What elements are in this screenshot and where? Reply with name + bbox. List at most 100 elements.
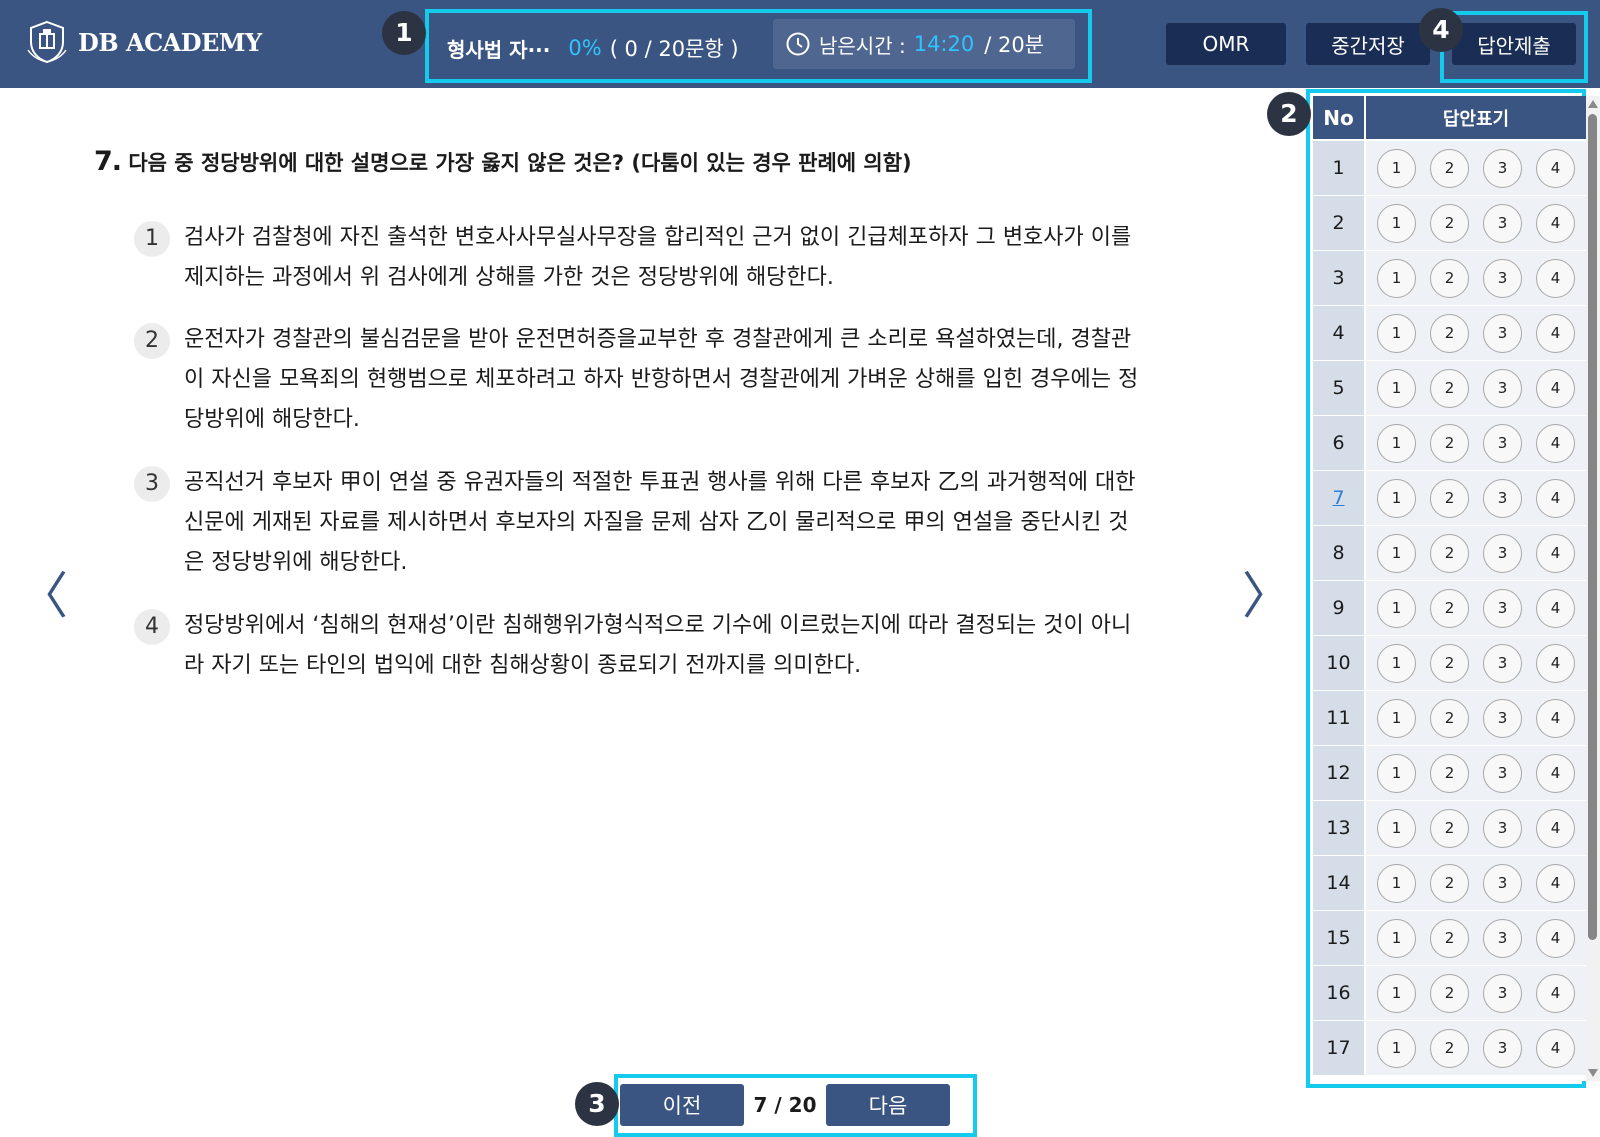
answer-option-bubble[interactable]: 2: [1430, 423, 1469, 463]
answer-option-bubble[interactable]: 3: [1483, 973, 1522, 1013]
answer-option-bubble[interactable]: 2: [1430, 313, 1469, 353]
answer-option-bubble[interactable]: 1: [1377, 808, 1416, 848]
answer-option-bubble[interactable]: 3: [1483, 368, 1522, 408]
save-draft-button[interactable]: 중간저장: [1306, 23, 1430, 65]
answer-row-number[interactable]: 15: [1313, 911, 1364, 965]
answer-option-bubble[interactable]: 3: [1483, 478, 1522, 518]
answer-option-bubble[interactable]: 4: [1536, 753, 1575, 793]
answer-row-number[interactable]: 17: [1313, 1021, 1364, 1075]
answer-option-bubble[interactable]: 3: [1483, 918, 1522, 958]
answer-option-bubble[interactable]: 2: [1430, 918, 1469, 958]
answer-row-number[interactable]: 16: [1313, 966, 1364, 1020]
answer-option-bubble[interactable]: 2: [1430, 698, 1469, 738]
answer-option-bubble[interactable]: 2: [1430, 863, 1469, 903]
answer-option-bubble[interactable]: 1: [1377, 533, 1416, 573]
answer-option-bubble[interactable]: 2: [1430, 148, 1469, 188]
scroll-up-arrow-icon[interactable]: [1588, 100, 1598, 108]
answer-option-bubble[interactable]: 4: [1536, 203, 1575, 243]
answer-option-bubble[interactable]: 3: [1483, 753, 1522, 793]
answer-option-bubble[interactable]: 1: [1377, 203, 1416, 243]
answer-option-bubble[interactable]: 4: [1536, 643, 1575, 683]
answer-option-bubble[interactable]: 2: [1430, 478, 1469, 518]
answer-option-bubble[interactable]: 4: [1536, 148, 1575, 188]
answer-option-bubble[interactable]: 2: [1430, 533, 1469, 573]
answer-option-bubble[interactable]: 1: [1377, 918, 1416, 958]
answer-option-bubble[interactable]: 4: [1536, 698, 1575, 738]
scroll-thumb[interactable]: [1588, 114, 1597, 940]
answer-option-bubble[interactable]: 1: [1377, 643, 1416, 683]
answer-option-bubble[interactable]: 3: [1483, 258, 1522, 298]
answer-option-bubble[interactable]: 4: [1536, 808, 1575, 848]
answer-option-bubble[interactable]: 1: [1377, 423, 1416, 463]
answer-option-bubble[interactable]: 1: [1377, 973, 1416, 1013]
answer-row: 51234: [1313, 361, 1586, 416]
answer-row-number[interactable]: 12: [1313, 746, 1364, 800]
answer-option-bubble[interactable]: 2: [1430, 643, 1469, 683]
answer-option-bubble[interactable]: 2: [1430, 203, 1469, 243]
answer-row-number[interactable]: 4: [1313, 306, 1364, 360]
answer-option-bubble[interactable]: 1: [1377, 698, 1416, 738]
answer-option-bubble[interactable]: 3: [1483, 533, 1522, 573]
answer-option-bubble[interactable]: 3: [1483, 313, 1522, 353]
answer-option-bubble[interactable]: 3: [1483, 203, 1522, 243]
answer-row-number[interactable]: 10: [1313, 636, 1364, 690]
answer-option-bubble[interactable]: 3: [1483, 588, 1522, 628]
answer-row-number[interactable]: 5: [1313, 361, 1364, 415]
answer-option-bubble[interactable]: 1: [1377, 258, 1416, 298]
answer-option-bubble[interactable]: 2: [1430, 258, 1469, 298]
answer-option-bubble[interactable]: 2: [1430, 368, 1469, 408]
answer-option-bubble[interactable]: 4: [1536, 918, 1575, 958]
answer-option-bubble[interactable]: 1: [1377, 1028, 1416, 1068]
answer-option-bubble[interactable]: 1: [1377, 588, 1416, 628]
answer-option-bubble[interactable]: 2: [1430, 973, 1469, 1013]
choice-1[interactable]: 1 검사가 검찰청에 자진 출석한 변호사사무실사무장을 합리적인 근거 없이 …: [134, 218, 1144, 298]
answer-option-bubble[interactable]: 1: [1377, 863, 1416, 903]
answer-option-bubble[interactable]: 1: [1377, 478, 1416, 518]
answer-option-bubble[interactable]: 4: [1536, 258, 1575, 298]
answer-option-bubble[interactable]: 2: [1430, 753, 1469, 793]
answer-option-bubble[interactable]: 3: [1483, 698, 1522, 738]
answer-option-bubble[interactable]: 3: [1483, 423, 1522, 463]
answer-row-number[interactable]: 6: [1313, 416, 1364, 470]
answer-option-bubble[interactable]: 4: [1536, 313, 1575, 353]
answer-option-bubble[interactable]: 4: [1536, 368, 1575, 408]
answer-option-bubble[interactable]: 3: [1483, 863, 1522, 903]
answer-option-bubble[interactable]: 1: [1377, 148, 1416, 188]
answer-row-number[interactable]: 14: [1313, 856, 1364, 910]
next-question-arrow-icon[interactable]: 〉: [1242, 556, 1292, 628]
answer-option-bubble[interactable]: 1: [1377, 753, 1416, 793]
answer-option-bubble[interactable]: 4: [1536, 588, 1575, 628]
answer-row-number[interactable]: 7: [1313, 471, 1364, 525]
answer-option-bubble[interactable]: 3: [1483, 808, 1522, 848]
answer-option-bubble[interactable]: 2: [1430, 588, 1469, 628]
answer-option-bubble[interactable]: 4: [1536, 973, 1575, 1013]
choice-3[interactable]: 3 공직선거 후보자 甲이 연설 중 유권자들의 적절한 투표권 행사를 위해 …: [134, 463, 1144, 583]
omr-button[interactable]: OMR: [1166, 23, 1286, 65]
answer-option-bubble[interactable]: 3: [1483, 1028, 1522, 1068]
previous-question-arrow-icon[interactable]: 〈: [18, 556, 68, 628]
answer-row-number[interactable]: 13: [1313, 801, 1364, 855]
prev-button[interactable]: 이전: [620, 1084, 744, 1126]
answer-row-number[interactable]: 2: [1313, 196, 1364, 250]
answer-option-bubble[interactable]: 2: [1430, 808, 1469, 848]
answer-option-bubble[interactable]: 1: [1377, 368, 1416, 408]
next-button[interactable]: 다음: [826, 1084, 950, 1126]
answer-row-number[interactable]: 1: [1313, 141, 1364, 195]
answer-option-bubble[interactable]: 4: [1536, 478, 1575, 518]
answer-row-number[interactable]: 11: [1313, 691, 1364, 745]
answer-row-number[interactable]: 3: [1313, 251, 1364, 305]
answer-option-bubble[interactable]: 1: [1377, 313, 1416, 353]
answer-row-number[interactable]: 9: [1313, 581, 1364, 635]
answer-option-bubble[interactable]: 3: [1483, 148, 1522, 188]
answer-row-number[interactable]: 8: [1313, 526, 1364, 580]
answer-option-bubble[interactable]: 4: [1536, 863, 1575, 903]
choice-4[interactable]: 4 정당방위에서 ‘침해의 현재성’이란 침해행위가형식적으로 기수에 이르렀는…: [134, 606, 1144, 686]
choice-2[interactable]: 2 운전자가 경찰관의 불심검문을 받아 운전면허증을교부한 후 경찰관에게 큰…: [134, 320, 1144, 440]
answer-sheet-scrollbar[interactable]: [1586, 96, 1600, 1081]
answer-option-bubble[interactable]: 4: [1536, 1028, 1575, 1068]
scroll-down-arrow-icon[interactable]: [1588, 1069, 1598, 1077]
answer-option-bubble[interactable]: 2: [1430, 1028, 1469, 1068]
answer-option-bubble[interactable]: 3: [1483, 643, 1522, 683]
answer-option-bubble[interactable]: 4: [1536, 533, 1575, 573]
answer-option-bubble[interactable]: 4: [1536, 423, 1575, 463]
